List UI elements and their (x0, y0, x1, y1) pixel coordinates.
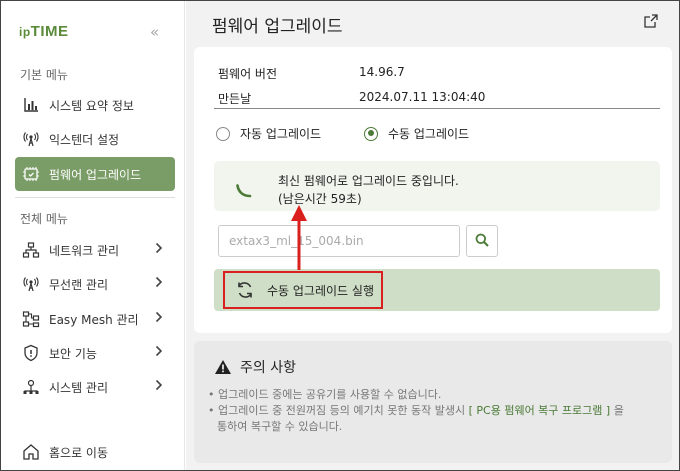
sidebar-item-wireless[interactable]: 무선랜 관리 (15, 267, 175, 301)
build-date-value: 2024.07.11 13:04:40 (359, 90, 486, 104)
sidebar-item-label: 보안 기능 (49, 346, 97, 361)
info-divider (214, 108, 660, 109)
notice-line-2: • 업그레이드 중 전원꺼짐 등의 예기치 못한 동작 발생시 [ PC용 펌웨… (208, 404, 624, 417)
sidebar-item-system-summary[interactable]: 시스템 요약 정보 (15, 88, 175, 122)
network-icon (21, 240, 41, 260)
sidebar-item-network[interactable]: 네트워크 관리 (15, 233, 175, 267)
firmware-version-label: 펌웨어 버전 (218, 67, 278, 81)
bar-chart-icon (21, 95, 41, 115)
upgrade-status-box: 최신 펌웨어로 업그레이드 중입니다. (남은시간 59초) (214, 161, 660, 211)
home-icon (21, 442, 41, 462)
chevron-right-icon (155, 379, 163, 394)
radio-manual-circle[interactable] (364, 126, 378, 141)
sidebar-item-extender-settings[interactable]: 익스텐더 설정 (15, 122, 175, 156)
radio-auto-circle[interactable] (216, 126, 230, 141)
chevron-right-icon (155, 345, 163, 360)
search-icon (475, 232, 489, 251)
system-icon (21, 377, 41, 397)
all-menu-title: 전체 메뉴 (20, 212, 68, 226)
notice-line-1: • 업그레이드 중에는 공유기를 사용할 수 없습니다. (208, 388, 442, 401)
firmware-icon (21, 164, 41, 184)
file-search-button[interactable] (466, 225, 498, 257)
firmware-version-value: 14.96.7 (359, 65, 405, 79)
page-title: 펌웨어 업그레이드 (212, 17, 343, 37)
home-label: 홈으로 이동 (49, 445, 109, 460)
status-message: 최신 펌웨어로 업그레이드 중입니다. (278, 174, 459, 188)
notice-panel: 주의 사항 • 업그레이드 중에는 공유기를 사용할 수 없습니다. • 업그레… (194, 341, 672, 463)
app-window: ipTIME « 기본 메뉴 시스템 요약 정보 익스텐더 설정 펌웨어 업그레… (0, 0, 680, 471)
sidebar-item-firmware-upgrade[interactable]: 펌웨어 업그레이드 (15, 157, 175, 191)
run-button-label: 수동 업그레이드 실행 (267, 283, 374, 298)
basic-menu-title: 기본 메뉴 (20, 68, 68, 82)
share-icon[interactable] (643, 13, 659, 33)
spinner-icon (236, 183, 252, 202)
sidebar-item-easy-mesh[interactable]: Easy Mesh 관리 (15, 302, 175, 336)
status-remaining-time: (남은시간 59초) (278, 192, 362, 206)
wireless-icon (21, 274, 41, 294)
recovery-program-link[interactable]: [ PC용 펌웨어 복구 프로그램 ] (469, 404, 611, 417)
warning-icon (214, 359, 232, 375)
sidebar-item-label: Easy Mesh 관리 (49, 312, 139, 327)
antenna-icon (21, 129, 41, 149)
sidebar-item-label: 네트워크 관리 (49, 243, 120, 258)
sidebar-item-label: 시스템 요약 정보 (49, 98, 134, 113)
sidebar-item-system-management[interactable]: 시스템 관리 (15, 370, 175, 404)
mesh-icon (21, 309, 41, 329)
sidebar-divider (15, 197, 175, 198)
radio-auto-upgrade[interactable]: 자동 업그레이드 (216, 125, 321, 142)
chevron-right-icon (155, 311, 163, 326)
chevron-right-icon (155, 276, 163, 291)
radio-auto-label: 자동 업그레이드 (240, 127, 322, 141)
notice-title-label: 주의 사항 (240, 360, 296, 376)
firmware-card: 펌웨어 버전 14.96.7 만든날 2024.07.11 13:04:40 자… (194, 47, 672, 333)
sidebar-item-label: 익스텐더 설정 (49, 132, 120, 147)
radio-manual-upgrade[interactable]: 수동 업그레이드 (364, 125, 469, 142)
logo: ipTIME (19, 23, 69, 40)
chevron-right-icon (155, 242, 163, 257)
sidebar-item-label: 무선랜 관리 (49, 277, 109, 292)
notice-line-3: 통하여 복구할 수 있습니다. (217, 420, 343, 433)
notice-title: 주의 사항 (214, 357, 296, 377)
manual-upgrade-run-button[interactable]: 수동 업그레이드 실행 (223, 271, 383, 309)
collapse-sidebar-icon[interactable]: « (150, 23, 159, 41)
build-date-label: 만든날 (218, 92, 252, 106)
main-content: 펌웨어 업그레이드 펌웨어 버전 14.96.7 만든날 2024.07.11 … (186, 1, 679, 470)
sidebar-item-security[interactable]: 보안 기능 (15, 336, 175, 370)
sidebar-item-label: 펌웨어 업그레이드 (49, 167, 142, 182)
sidebar-item-label: 시스템 관리 (49, 380, 109, 395)
home-link[interactable]: 홈으로 이동 (15, 435, 175, 469)
refresh-icon (235, 280, 255, 300)
radio-manual-label: 수동 업그레이드 (388, 127, 470, 141)
shield-icon (21, 343, 41, 363)
firmware-file-input[interactable]: extax3_ml_15_004.bin (218, 225, 460, 257)
sidebar: ipTIME « 기본 메뉴 시스템 요약 정보 익스텐더 설정 펌웨어 업그레… (1, 1, 185, 470)
